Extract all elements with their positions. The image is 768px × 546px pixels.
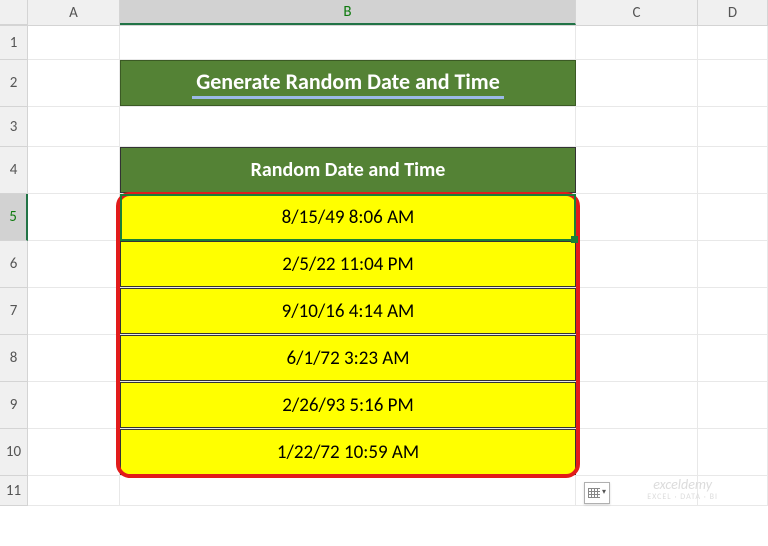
row-header-10[interactable]: 10: [0, 429, 28, 476]
cell-C10[interactable]: [576, 429, 698, 475]
title-text: Generate Random Date and Time: [192, 68, 504, 99]
cell-B6-value: 2/5/22 11:04 PM: [282, 253, 413, 276]
cell-B11[interactable]: [120, 476, 576, 505]
autofill-grid-icon: [588, 488, 600, 498]
table-header-text: Random Date and Time: [251, 158, 446, 182]
row-header-7[interactable]: 7: [0, 288, 28, 335]
cell-D1[interactable]: [698, 26, 768, 59]
cell-A5[interactable]: [28, 194, 120, 240]
cell-C4[interactable]: [576, 147, 698, 193]
title-cell[interactable]: Generate Random Date and Time: [120, 60, 576, 106]
select-all-corner[interactable]: [0, 0, 28, 25]
cell-A7[interactable]: [28, 288, 120, 334]
cell-B10[interactable]: 1/22/72 10:59 AM: [120, 429, 576, 475]
cell-C7[interactable]: [576, 288, 698, 334]
cell-D6[interactable]: [698, 241, 768, 287]
cell-D2[interactable]: [698, 60, 768, 106]
cell-B5-value: 8/15/49 8:06 AM: [282, 206, 415, 229]
cell-A6[interactable]: [28, 241, 120, 287]
col-header-D[interactable]: D: [698, 0, 768, 25]
cell-A9[interactable]: [28, 382, 120, 428]
row-header-9[interactable]: 9: [0, 382, 28, 429]
cell-C5[interactable]: [576, 194, 698, 240]
cell-B9[interactable]: 2/26/93 5:16 PM: [120, 382, 576, 428]
row-header-6[interactable]: 6: [0, 241, 28, 288]
cell-A10[interactable]: [28, 429, 120, 475]
autofill-options-button[interactable]: ▾: [584, 482, 610, 504]
row-header-8[interactable]: 8: [0, 335, 28, 382]
row-header-1[interactable]: 1: [0, 26, 28, 60]
column-headers: A B C D: [0, 0, 768, 26]
cell-C8[interactable]: [576, 335, 698, 381]
cell-D5[interactable]: [698, 194, 768, 240]
cell-C3[interactable]: [576, 107, 698, 146]
cell-B3[interactable]: [120, 107, 576, 146]
cell-D7[interactable]: [698, 288, 768, 334]
worksheet: A B C D 1 2 3 4 5 6 7 8 9 10 11: [0, 0, 768, 546]
chevron-down-icon: ▾: [602, 487, 606, 497]
cell-B6[interactable]: 2/5/22 11:04 PM: [120, 241, 576, 287]
row-header-4[interactable]: 4: [0, 147, 28, 194]
table-header[interactable]: Random Date and Time: [120, 147, 576, 193]
col-header-C[interactable]: C: [576, 0, 698, 25]
cell-A3[interactable]: [28, 107, 120, 146]
cell-B8[interactable]: 6/1/72 3:23 AM: [120, 335, 576, 381]
cell-D8[interactable]: [698, 335, 768, 381]
cell-D10[interactable]: [698, 429, 768, 475]
col-header-A[interactable]: A: [28, 0, 120, 25]
cell-C6[interactable]: [576, 241, 698, 287]
cell-A11[interactable]: [28, 476, 120, 505]
cell-C9[interactable]: [576, 382, 698, 428]
cell-B7-value: 9/10/16 4:14 AM: [282, 300, 415, 323]
cell-B5[interactable]: 8/15/49 8:06 AM: [120, 194, 576, 240]
cell-D9[interactable]: [698, 382, 768, 428]
row-header-5[interactable]: 5: [0, 194, 28, 241]
cell-B9-value: 2/26/93 5:16 PM: [282, 394, 413, 417]
cell-A2[interactable]: [28, 60, 120, 106]
cell-D11[interactable]: [698, 476, 768, 505]
row-header-11[interactable]: 11: [0, 476, 28, 506]
cell-C2[interactable]: [576, 60, 698, 106]
cell-A1[interactable]: [28, 26, 120, 59]
cell-D4[interactable]: [698, 147, 768, 193]
cell-C1[interactable]: [576, 26, 698, 59]
row-header-3[interactable]: 3: [0, 107, 28, 147]
cell-B1[interactable]: [120, 26, 576, 59]
col-header-B[interactable]: B: [120, 0, 576, 25]
row-headers: 1 2 3 4 5 6 7 8 9 10 11: [0, 26, 28, 506]
cell-B8-value: 6/1/72 3:23 AM: [287, 347, 410, 370]
cells-area: Generate Random Date and Time Random Dat…: [28, 26, 768, 506]
cell-B7[interactable]: 9/10/16 4:14 AM: [120, 288, 576, 334]
cell-B10-value: 1/22/72 10:59 AM: [277, 441, 419, 464]
cell-A4[interactable]: [28, 147, 120, 193]
cell-A8[interactable]: [28, 335, 120, 381]
row-header-2[interactable]: 2: [0, 60, 28, 107]
cell-D3[interactable]: [698, 107, 768, 146]
